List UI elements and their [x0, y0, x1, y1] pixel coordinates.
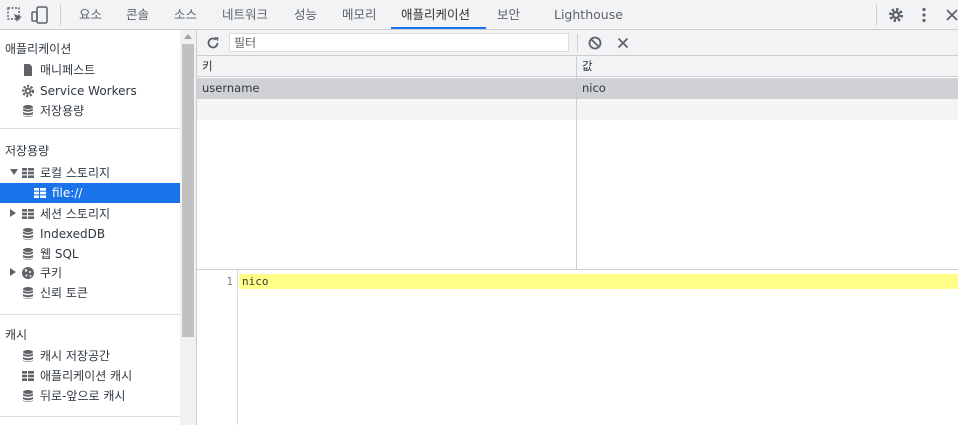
database-icon	[23, 248, 33, 261]
database-icon	[23, 390, 33, 403]
sidebar-item-local-storage[interactable]: 로컬 스토리지	[0, 163, 180, 183]
gear-icon	[21, 84, 35, 98]
sidebar-item-label: IndexedDB	[40, 227, 106, 241]
chevron-down-icon[interactable]	[10, 169, 18, 175]
inspect-element-icon[interactable]	[6, 6, 24, 24]
sidebar-item-websql[interactable]: 웹 SQL	[0, 244, 180, 264]
more-options-icon[interactable]	[915, 6, 933, 24]
application-sidebar: 애플리케이션 매니페스트 Service Workers 저장용량 저장용량 로…	[0, 30, 180, 425]
delete-selected-icon[interactable]	[615, 35, 631, 51]
sidebar-item-label: 웹 SQL	[40, 247, 79, 261]
sidebar-item-label: 캐시 저장공간	[40, 349, 111, 363]
tab-memory[interactable]: 메모리	[342, 0, 377, 30]
sidebar-item-trust-tokens[interactable]: 신뢰 토큰	[0, 283, 180, 303]
section-title-storage: 저장용량	[5, 144, 50, 158]
section-divider	[0, 314, 180, 315]
storage-table: 키 값 username nico	[197, 56, 958, 269]
cell-value: nico	[582, 81, 606, 95]
sidebar-item-manifest[interactable]: 매니페스트	[0, 60, 180, 80]
table-icon	[34, 188, 46, 198]
sidebar-item-local-storage-file[interactable]: file://	[0, 183, 180, 203]
sidebar-item-label: 신뢰 토큰	[40, 286, 88, 300]
table-icon	[22, 371, 34, 381]
tab-application[interactable]: 애플리케이션	[401, 0, 470, 30]
storage-toolbar	[197, 30, 958, 56]
scrollbar-thumb[interactable]	[182, 44, 194, 337]
sidebar-item-service-workers[interactable]: Service Workers	[0, 81, 180, 101]
column-divider[interactable]	[576, 56, 577, 269]
tab-security[interactable]: 보안	[497, 0, 520, 30]
document-icon	[24, 64, 32, 76]
close-icon[interactable]	[943, 6, 958, 24]
line-gutter: 1	[197, 270, 238, 425]
sidebar-item-cookies[interactable]: 쿠키	[0, 263, 180, 283]
value-preview: 1 nico	[197, 269, 958, 425]
refresh-icon[interactable]	[205, 35, 221, 51]
section-divider	[0, 128, 180, 129]
column-header-key[interactable]: 키	[197, 56, 576, 77]
tab-sources[interactable]: 소스	[174, 0, 197, 30]
sidebar-item-label: 쿠키	[40, 266, 63, 280]
section-divider	[0, 416, 180, 417]
clear-all-icon[interactable]	[587, 35, 603, 51]
section-title-cache: 캐시	[5, 328, 28, 342]
table-row-empty[interactable]	[197, 99, 958, 120]
database-icon	[23, 287, 33, 300]
sidebar-item-indexeddb[interactable]: IndexedDB	[0, 224, 180, 244]
sidebar-item-label: 세션 스토리지	[40, 207, 111, 221]
sidebar-scrollbar[interactable]	[180, 30, 196, 425]
sidebar-item-session-storage[interactable]: 세션 스토리지	[0, 204, 180, 224]
line-number: 1	[226, 275, 233, 288]
scroll-up-icon[interactable]	[184, 34, 192, 39]
sidebar-item-label: 뒤로-앞으로 캐시	[40, 389, 126, 403]
chevron-right-icon[interactable]	[10, 209, 16, 217]
device-toolbar-icon[interactable]	[31, 6, 49, 24]
table-icon	[22, 168, 34, 178]
sidebar-item-label: 애플리케이션 캐시	[40, 369, 133, 383]
sidebar-item-storage[interactable]: 저장용량	[0, 101, 180, 121]
sidebar-item-label: 로컬 스토리지	[40, 166, 111, 180]
sidebar-item-label: file://	[52, 186, 83, 200]
tab-lighthouse[interactable]: Lighthouse	[554, 0, 623, 30]
tab-network[interactable]: 네트워크	[222, 0, 268, 30]
sidebar-item-label: 매니페스트	[40, 63, 96, 77]
gear-icon[interactable]	[887, 6, 905, 24]
active-tab-indicator	[391, 27, 486, 29]
sidebar-item-application-cache[interactable]: 애플리케이션 캐시	[0, 366, 180, 386]
tab-performance[interactable]: 성능	[294, 0, 317, 30]
preview-line: nico	[239, 274, 958, 289]
section-title-application: 애플리케이션	[5, 42, 72, 56]
table-row[interactable]: username nico	[197, 78, 958, 99]
sidebar-item-label: Service Workers	[40, 84, 137, 98]
toolbar-divider	[876, 5, 877, 25]
cell-key: username	[202, 81, 260, 95]
cookie-icon	[22, 267, 34, 279]
column-header-value[interactable]: 값	[577, 56, 958, 77]
toolbar-divider	[577, 34, 578, 52]
toolbar-divider	[60, 5, 61, 25]
tab-elements[interactable]: 요소	[79, 0, 102, 30]
table-icon	[22, 209, 34, 219]
sidebar-item-cache-storage[interactable]: 캐시 저장공간	[0, 346, 180, 366]
chevron-right-icon[interactable]	[10, 268, 16, 276]
sidebar-item-label: 저장용량	[40, 104, 85, 118]
filter-input[interactable]	[229, 33, 569, 52]
tab-console[interactable]: 콘솔	[126, 0, 149, 30]
devtools-tabbar: 요소 콘솔 소스 네트워크 성능 메모리 애플리케이션 보안 Lighthous…	[0, 0, 958, 30]
preview-text: nico	[242, 275, 269, 288]
sidebar-item-back-forward-cache[interactable]: 뒤로-앞으로 캐시	[0, 386, 180, 406]
database-icon	[23, 105, 33, 118]
database-icon	[23, 350, 33, 363]
database-icon	[23, 228, 33, 241]
